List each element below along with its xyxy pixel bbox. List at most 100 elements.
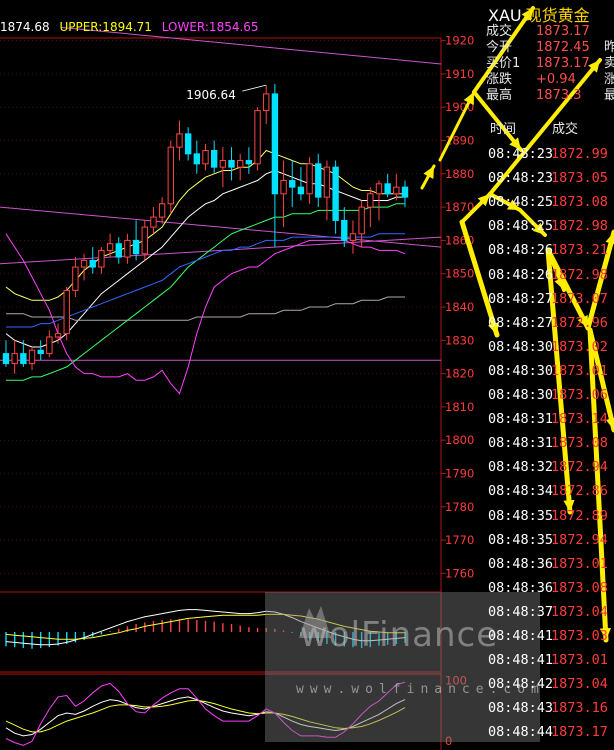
candle-body — [210, 150, 218, 168]
candle-body — [80, 259, 88, 268]
candle — [106, 233, 114, 258]
candle-body — [358, 206, 365, 235]
tick-price: 1873.01 — [551, 652, 608, 669]
candle-body — [245, 160, 253, 165]
quote-title: XAU 现货黄金 — [488, 2, 590, 26]
quote-row-value: 1872.45 — [536, 40, 590, 55]
candle-body — [37, 349, 44, 355]
tick-time: 08:48:32 — [488, 459, 554, 476]
y-tick-label: 1880 — [445, 167, 474, 181]
tick-time: 08:48:42 — [488, 676, 554, 693]
tick-price: 1872.99 — [551, 146, 608, 162]
tick-price: 1872.94 — [551, 531, 608, 548]
candle-body — [28, 349, 36, 365]
quote-row-side-label: 涨 — [604, 72, 614, 87]
tick-price: 1872.86 — [551, 483, 608, 500]
candle-body — [297, 186, 305, 195]
trend-line — [0, 236, 442, 265]
candle-body — [332, 166, 339, 221]
candle-body — [315, 163, 322, 198]
tick-time: 08:48:30 — [488, 338, 554, 355]
tick-row: 08:48:44 1873.17 — [488, 720, 608, 744]
tick-price: 1872.98 — [551, 218, 608, 235]
candle — [271, 83, 279, 248]
tick-row: 08:48:36 1873.08 — [488, 576, 608, 600]
tick-price: 1873.02 — [551, 338, 608, 355]
tick-time: 08:48:26 — [488, 242, 554, 259]
tick-row: 08:48:30 1873.06 — [488, 383, 608, 407]
tick-price: 1873.06 — [551, 387, 608, 403]
candle-body — [141, 226, 148, 255]
candle — [367, 187, 374, 228]
candle — [289, 160, 296, 208]
candle-body — [280, 179, 287, 195]
tick-time: 08:48:44 — [488, 724, 554, 741]
tick-price: 1872.94 — [551, 459, 608, 476]
candle-body — [367, 193, 374, 208]
price-axis: 1920191019001890188018701860185018401830… — [186, 34, 474, 581]
candle-body — [401, 186, 409, 198]
candle-body — [2, 353, 10, 365]
quote-row-label: 成交 — [486, 24, 513, 39]
y-tick-label: 1780 — [445, 500, 474, 514]
candle — [46, 330, 53, 357]
candle — [72, 257, 79, 298]
tick-price: 1873.05 — [551, 170, 608, 187]
tick-price: 1873.01 — [551, 362, 608, 379]
candle-body — [46, 336, 53, 355]
tick-header-time: 时间 — [490, 122, 517, 137]
candle — [202, 143, 209, 171]
candle-body — [306, 163, 313, 195]
tick-row: 08:48:23 1873.05 — [488, 166, 608, 190]
candle-body — [63, 289, 70, 335]
tick-time: 08:48:43 — [488, 700, 554, 717]
tick-price: 1873.21 — [551, 242, 608, 259]
tick-time: 08:48:25 — [488, 218, 554, 235]
candle-body — [254, 110, 261, 165]
candle-body — [202, 150, 209, 165]
candle — [210, 140, 218, 174]
quote-row: 今开 1872.45 昨 — [486, 40, 614, 56]
candle-body — [193, 153, 201, 165]
lower-band-value: LOWER:1854.65 — [161, 20, 259, 34]
candle-body — [263, 93, 270, 112]
candle — [150, 207, 157, 234]
candle — [263, 85, 270, 124]
tick-row: 08:48:35 1872.89 — [488, 504, 608, 528]
tick-price: 1873.08 — [551, 435, 608, 452]
quote-row-value: +0.94 — [536, 72, 576, 87]
y-tick-label: 1830 — [445, 333, 474, 347]
annotation-leader — [242, 84, 267, 92]
y-tick-label: 1810 — [445, 400, 474, 414]
candle-body — [271, 93, 279, 195]
candle — [219, 147, 227, 188]
candle-body — [349, 233, 357, 241]
tick-time: 08:48:23 — [488, 170, 554, 187]
tick-row: 08:48:41 1873.01 — [488, 648, 608, 672]
candle-body — [237, 160, 244, 168]
indicator-header: 1874.68 UPPER:1894.71 LOWER:1854.65 — [0, 20, 259, 34]
tick-row: 08:48:27 1873.07 — [488, 287, 608, 311]
tick-price: 1873.17 — [551, 724, 608, 741]
candle-body — [115, 243, 122, 258]
candle — [297, 167, 305, 201]
y-tick-label: 1850 — [445, 267, 474, 281]
candle — [89, 247, 96, 274]
candle-body — [384, 183, 391, 195]
candle-body — [132, 239, 140, 255]
candle — [124, 233, 131, 264]
candle — [2, 340, 10, 367]
tick-header-deal: 成交 — [552, 122, 579, 137]
tick-row: 08:48:23 1872.99 — [488, 142, 608, 166]
quote-row-label: 涨跌 — [486, 72, 513, 87]
candle-body — [219, 160, 227, 168]
tick-row: 08:48:43 1873.16 — [488, 696, 608, 720]
candle — [184, 127, 192, 161]
y-tick-label: 1920 — [445, 34, 474, 48]
tick-time: 08:48:41 — [488, 652, 554, 669]
candle-body — [54, 333, 62, 338]
tick-price: 1873.16 — [551, 700, 608, 717]
candle-body — [158, 203, 166, 218]
tick-price: 1872.98 — [551, 266, 608, 283]
candle-body — [150, 216, 157, 228]
